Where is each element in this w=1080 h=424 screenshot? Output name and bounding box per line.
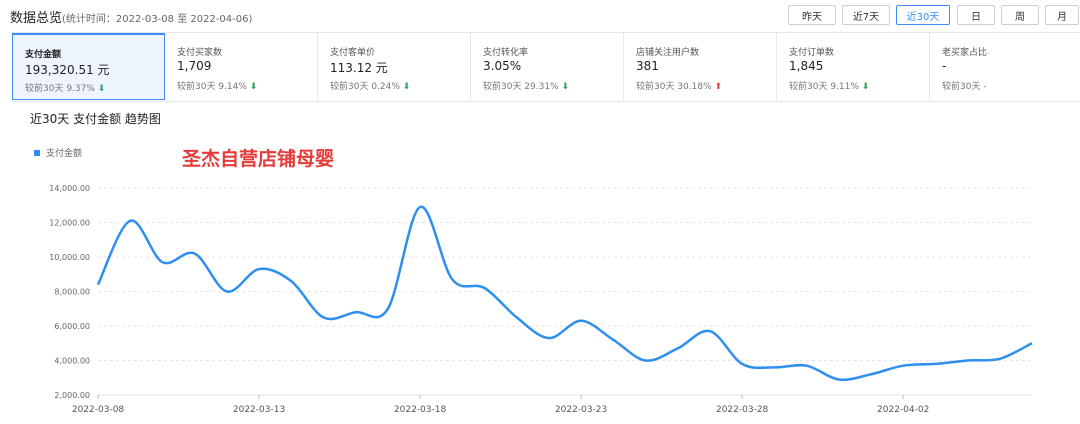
x-tick-label: 2022-03-28 (716, 405, 769, 415)
y-tick-label: 12,000.00 (49, 219, 90, 228)
x-tick-label: 2022-03-08 (72, 405, 125, 415)
x-tick-label: 2022-03-23 (555, 405, 607, 415)
series-line-payment-amount (96, 205, 1033, 382)
y-tick-label: 4,000.00 (54, 357, 90, 366)
x-tick-label: 2022-04-02 (877, 405, 929, 415)
x-tick-label: 2022-03-13 (233, 405, 285, 415)
y-tick-label: 8,000.00 (54, 288, 90, 297)
x-tick-label: 2022-03-18 (394, 405, 447, 415)
y-tick-label: 14,000.00 (49, 184, 90, 193)
y-tick-label: 10,000.00 (49, 253, 90, 262)
y-tick-label: 6,000.00 (54, 322, 90, 331)
trend-chart[interactable]: 2,000.00 4,000.00 6,000.00 8,000.00 10,000.0… (0, 0, 1080, 424)
y-tick-label: 2,000.00 (54, 391, 90, 400)
